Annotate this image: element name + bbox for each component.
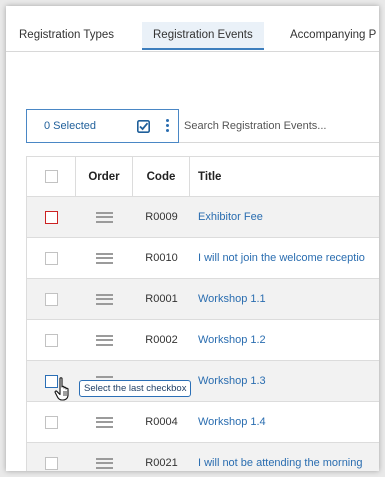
title-cell: I will not be attending the morning [190, 443, 379, 471]
title-cell: Workshop 1.2 [190, 320, 379, 360]
title-cell: Workshop 1.4 [190, 402, 379, 442]
row-code: R0010 [145, 252, 178, 264]
row-checkbox[interactable] [45, 456, 58, 470]
column-label-title: Title [198, 170, 222, 183]
code-cell: R0010 [133, 238, 190, 278]
row-title-link[interactable]: Workshop 1.1 [198, 293, 266, 305]
row-code: R0009 [145, 211, 178, 223]
row-code: R0004 [145, 416, 178, 428]
row-checkbox-cell [27, 238, 76, 278]
row-checkbox-cell [27, 197, 76, 237]
row-title-link[interactable]: Workshop 1.2 [198, 334, 266, 346]
title-cell: Workshop 1.3 [190, 361, 379, 401]
order-cell [76, 279, 133, 319]
column-label-code: Code [146, 170, 176, 183]
column-header-code[interactable]: Code [133, 157, 190, 196]
column-label-order: Order [88, 170, 120, 183]
tab-registration-events[interactable]: Registration Events [142, 22, 264, 50]
check-square-icon[interactable] [137, 120, 150, 133]
row-title-link[interactable]: Exhibitor Fee [198, 211, 263, 223]
table-row[interactable]: R0009 Exhibitor Fee [27, 197, 379, 238]
title-cell: Exhibitor Fee [190, 197, 379, 237]
tab-registration-types[interactable]: Registration Types [19, 22, 114, 50]
column-header-order[interactable]: Order [76, 157, 133, 196]
selection-box: 0 Selected [26, 109, 179, 143]
row-checkbox[interactable] [45, 333, 58, 347]
drag-handle-icon[interactable] [96, 252, 113, 264]
row-checkbox[interactable] [45, 251, 58, 265]
row-checkbox[interactable] [45, 210, 58, 224]
drag-handle-icon[interactable] [96, 457, 113, 469]
hint-tooltip: Select the last checkbox [79, 380, 192, 397]
row-title-link[interactable]: Workshop 1.3 [198, 375, 266, 387]
drag-handle-icon[interactable] [96, 293, 113, 305]
column-header-title[interactable]: Title [190, 157, 379, 196]
events-table: Order Code Title R0009 Exhibitor Fee R00… [26, 156, 379, 471]
hand-pointer-icon [54, 377, 69, 401]
row-checkbox-cell [27, 443, 76, 471]
row-checkbox[interactable] [45, 292, 58, 306]
row-title-link[interactable]: I will not be attending the morning [198, 457, 363, 469]
title-cell: I will not join the welcome receptio [190, 238, 379, 278]
code-cell: R0002 [133, 320, 190, 360]
table-header-row: Order Code Title [27, 156, 379, 197]
row-code: R0002 [145, 334, 178, 346]
selected-count: 0 Selected [44, 120, 96, 132]
code-cell: R0001 [133, 279, 190, 319]
select-all-checkbox[interactable] [44, 170, 58, 183]
table-row[interactable]: R0001 Workshop 1.1 [27, 279, 379, 320]
table-row[interactable]: R0002 Workshop 1.2 [27, 320, 379, 361]
table-row[interactable]: R0010 I will not join the welcome recept… [27, 238, 379, 279]
search-input[interactable] [179, 109, 379, 143]
order-cell [76, 197, 133, 237]
app-frame: Registration Types Registration Events A… [6, 6, 379, 471]
code-cell: R0021 [133, 443, 190, 471]
order-cell [76, 320, 133, 360]
order-cell [76, 238, 133, 278]
row-code: R0021 [145, 457, 178, 469]
drag-handle-icon[interactable] [96, 211, 113, 223]
tab-accompanying-persons[interactable]: Accompanying P [290, 22, 376, 50]
row-title-link[interactable]: I will not join the welcome receptio [198, 252, 365, 264]
row-checkbox[interactable] [45, 415, 58, 429]
header-checkbox-cell [27, 157, 76, 196]
table-row[interactable]: R0021 I will not be attending the mornin… [27, 443, 379, 471]
code-cell: R0004 [133, 402, 190, 442]
code-cell: R0009 [133, 197, 190, 237]
row-checkbox-cell [27, 402, 76, 442]
title-cell: Workshop 1.1 [190, 279, 379, 319]
row-code: R0001 [145, 293, 178, 305]
order-cell [76, 402, 133, 442]
row-checkbox-cell [27, 320, 76, 360]
kebab-menu-icon[interactable] [166, 119, 170, 134]
drag-handle-icon[interactable] [96, 416, 113, 428]
table-row[interactable]: R0004 Workshop 1.4 [27, 402, 379, 443]
row-title-link[interactable]: Workshop 1.4 [198, 416, 266, 428]
list-toolbar: 0 Selected [26, 109, 379, 143]
order-cell [76, 443, 133, 471]
drag-handle-icon[interactable] [96, 334, 113, 346]
tab-bar: Registration Types Registration Events A… [6, 20, 379, 52]
row-checkbox-cell [27, 279, 76, 319]
